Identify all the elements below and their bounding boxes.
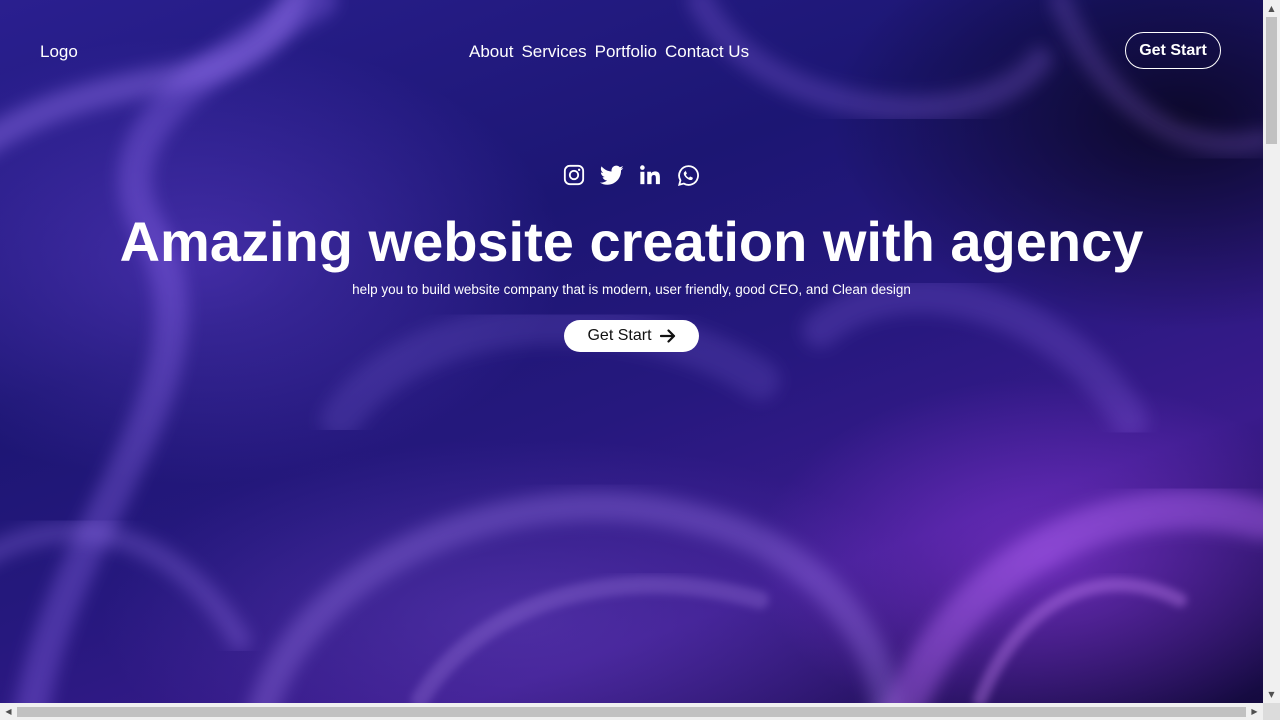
- hero-subline: help you to build website company that i…: [352, 282, 911, 297]
- scroll-right-icon[interactable]: ▶: [1246, 703, 1263, 720]
- hero-cta-label: Get Start: [587, 327, 652, 344]
- horizontal-scrollbar[interactable]: ◀ ▶: [0, 703, 1263, 720]
- instagram-icon[interactable]: [562, 162, 586, 188]
- main-nav: About Services Portfolio Contact Us: [469, 42, 749, 62]
- scroll-left-icon[interactable]: ◀: [0, 703, 17, 720]
- whatsapp-icon[interactable]: [676, 162, 700, 188]
- nav-link-portfolio[interactable]: Portfolio: [595, 42, 657, 62]
- twitter-icon[interactable]: [600, 162, 624, 188]
- scroll-down-icon[interactable]: ▼: [1263, 686, 1280, 703]
- logo[interactable]: Logo: [40, 42, 78, 62]
- hero-get-start-button[interactable]: Get Start: [564, 320, 699, 352]
- hero-background: Logo About Services Portfolio Contact Us…: [0, 0, 1263, 703]
- hero-headline: Amazing website creation with agency: [119, 210, 1144, 273]
- vertical-scroll-thumb[interactable]: [1266, 17, 1277, 144]
- linkedin-icon[interactable]: [638, 162, 662, 188]
- social-links: [562, 162, 700, 188]
- scroll-up-icon[interactable]: ▲: [1263, 0, 1280, 17]
- vertical-scrollbar[interactable]: ▲ ▼: [1263, 0, 1280, 703]
- nav-link-about[interactable]: About: [469, 42, 513, 62]
- nav-link-services[interactable]: Services: [521, 42, 586, 62]
- site-header: Logo About Services Portfolio Contact Us…: [0, 0, 1263, 104]
- header-get-start-button[interactable]: Get Start: [1125, 32, 1221, 69]
- scrollbar-corner: [1263, 703, 1280, 720]
- horizontal-scroll-thumb[interactable]: [17, 707, 1246, 717]
- nav-link-contact-us[interactable]: Contact Us: [665, 42, 749, 62]
- arrow-right-icon: [659, 329, 676, 343]
